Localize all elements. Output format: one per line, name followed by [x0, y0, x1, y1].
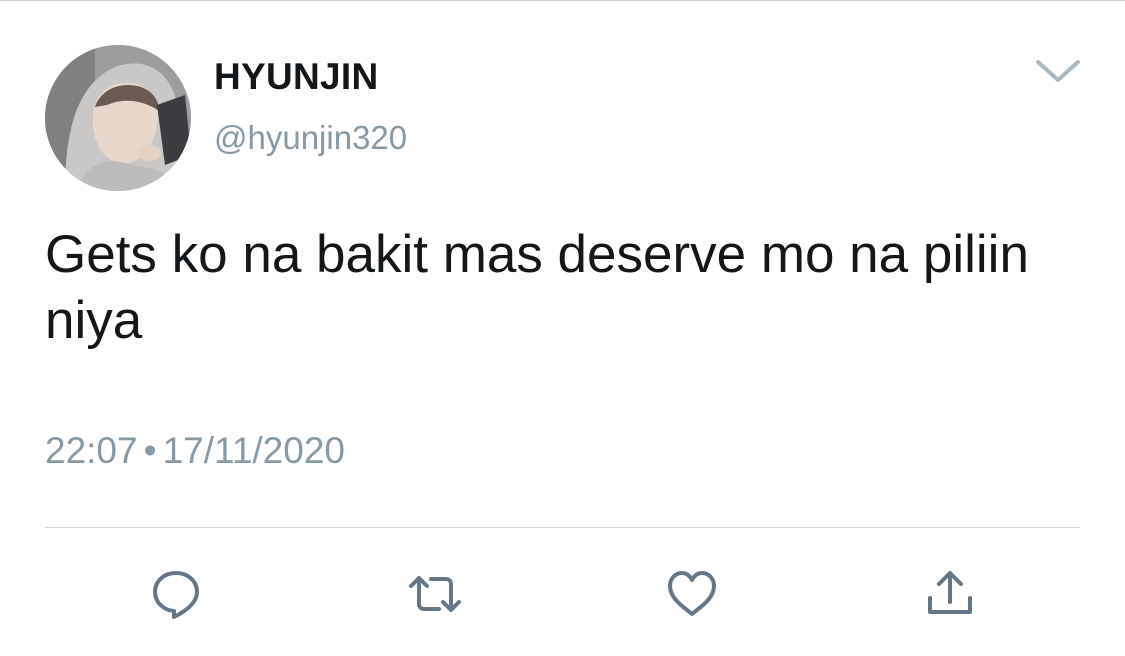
retweet-button[interactable] — [407, 566, 463, 622]
user-handle[interactable]: @hyunjin320 — [214, 118, 407, 158]
display-name[interactable]: HYUNJIN — [214, 55, 379, 99]
meta-separator: • — [143, 430, 157, 471]
divider — [45, 527, 1080, 528]
chevron-down-icon[interactable] — [1030, 50, 1086, 90]
reply-bubble-icon — [153, 571, 199, 619]
avatar-photo — [45, 45, 191, 191]
tweet-text: Gets ko na bakit mas deserve mo na pilii… — [45, 225, 1029, 350]
tweet-timestamp[interactable]: 22:07 • 17/11/2020 — [45, 428, 345, 474]
avatar[interactable] — [45, 45, 191, 191]
retweet-icon — [409, 576, 461, 612]
heart-icon — [668, 571, 716, 616]
top-border — [0, 0, 1125, 1]
share-upload-icon — [928, 571, 972, 614]
tweet-date: 17/11/2020 — [162, 430, 345, 471]
reply-button[interactable] — [148, 566, 204, 622]
tweet-time: 22:07 — [45, 430, 138, 471]
share-button[interactable] — [922, 566, 978, 622]
like-button[interactable] — [664, 566, 720, 622]
